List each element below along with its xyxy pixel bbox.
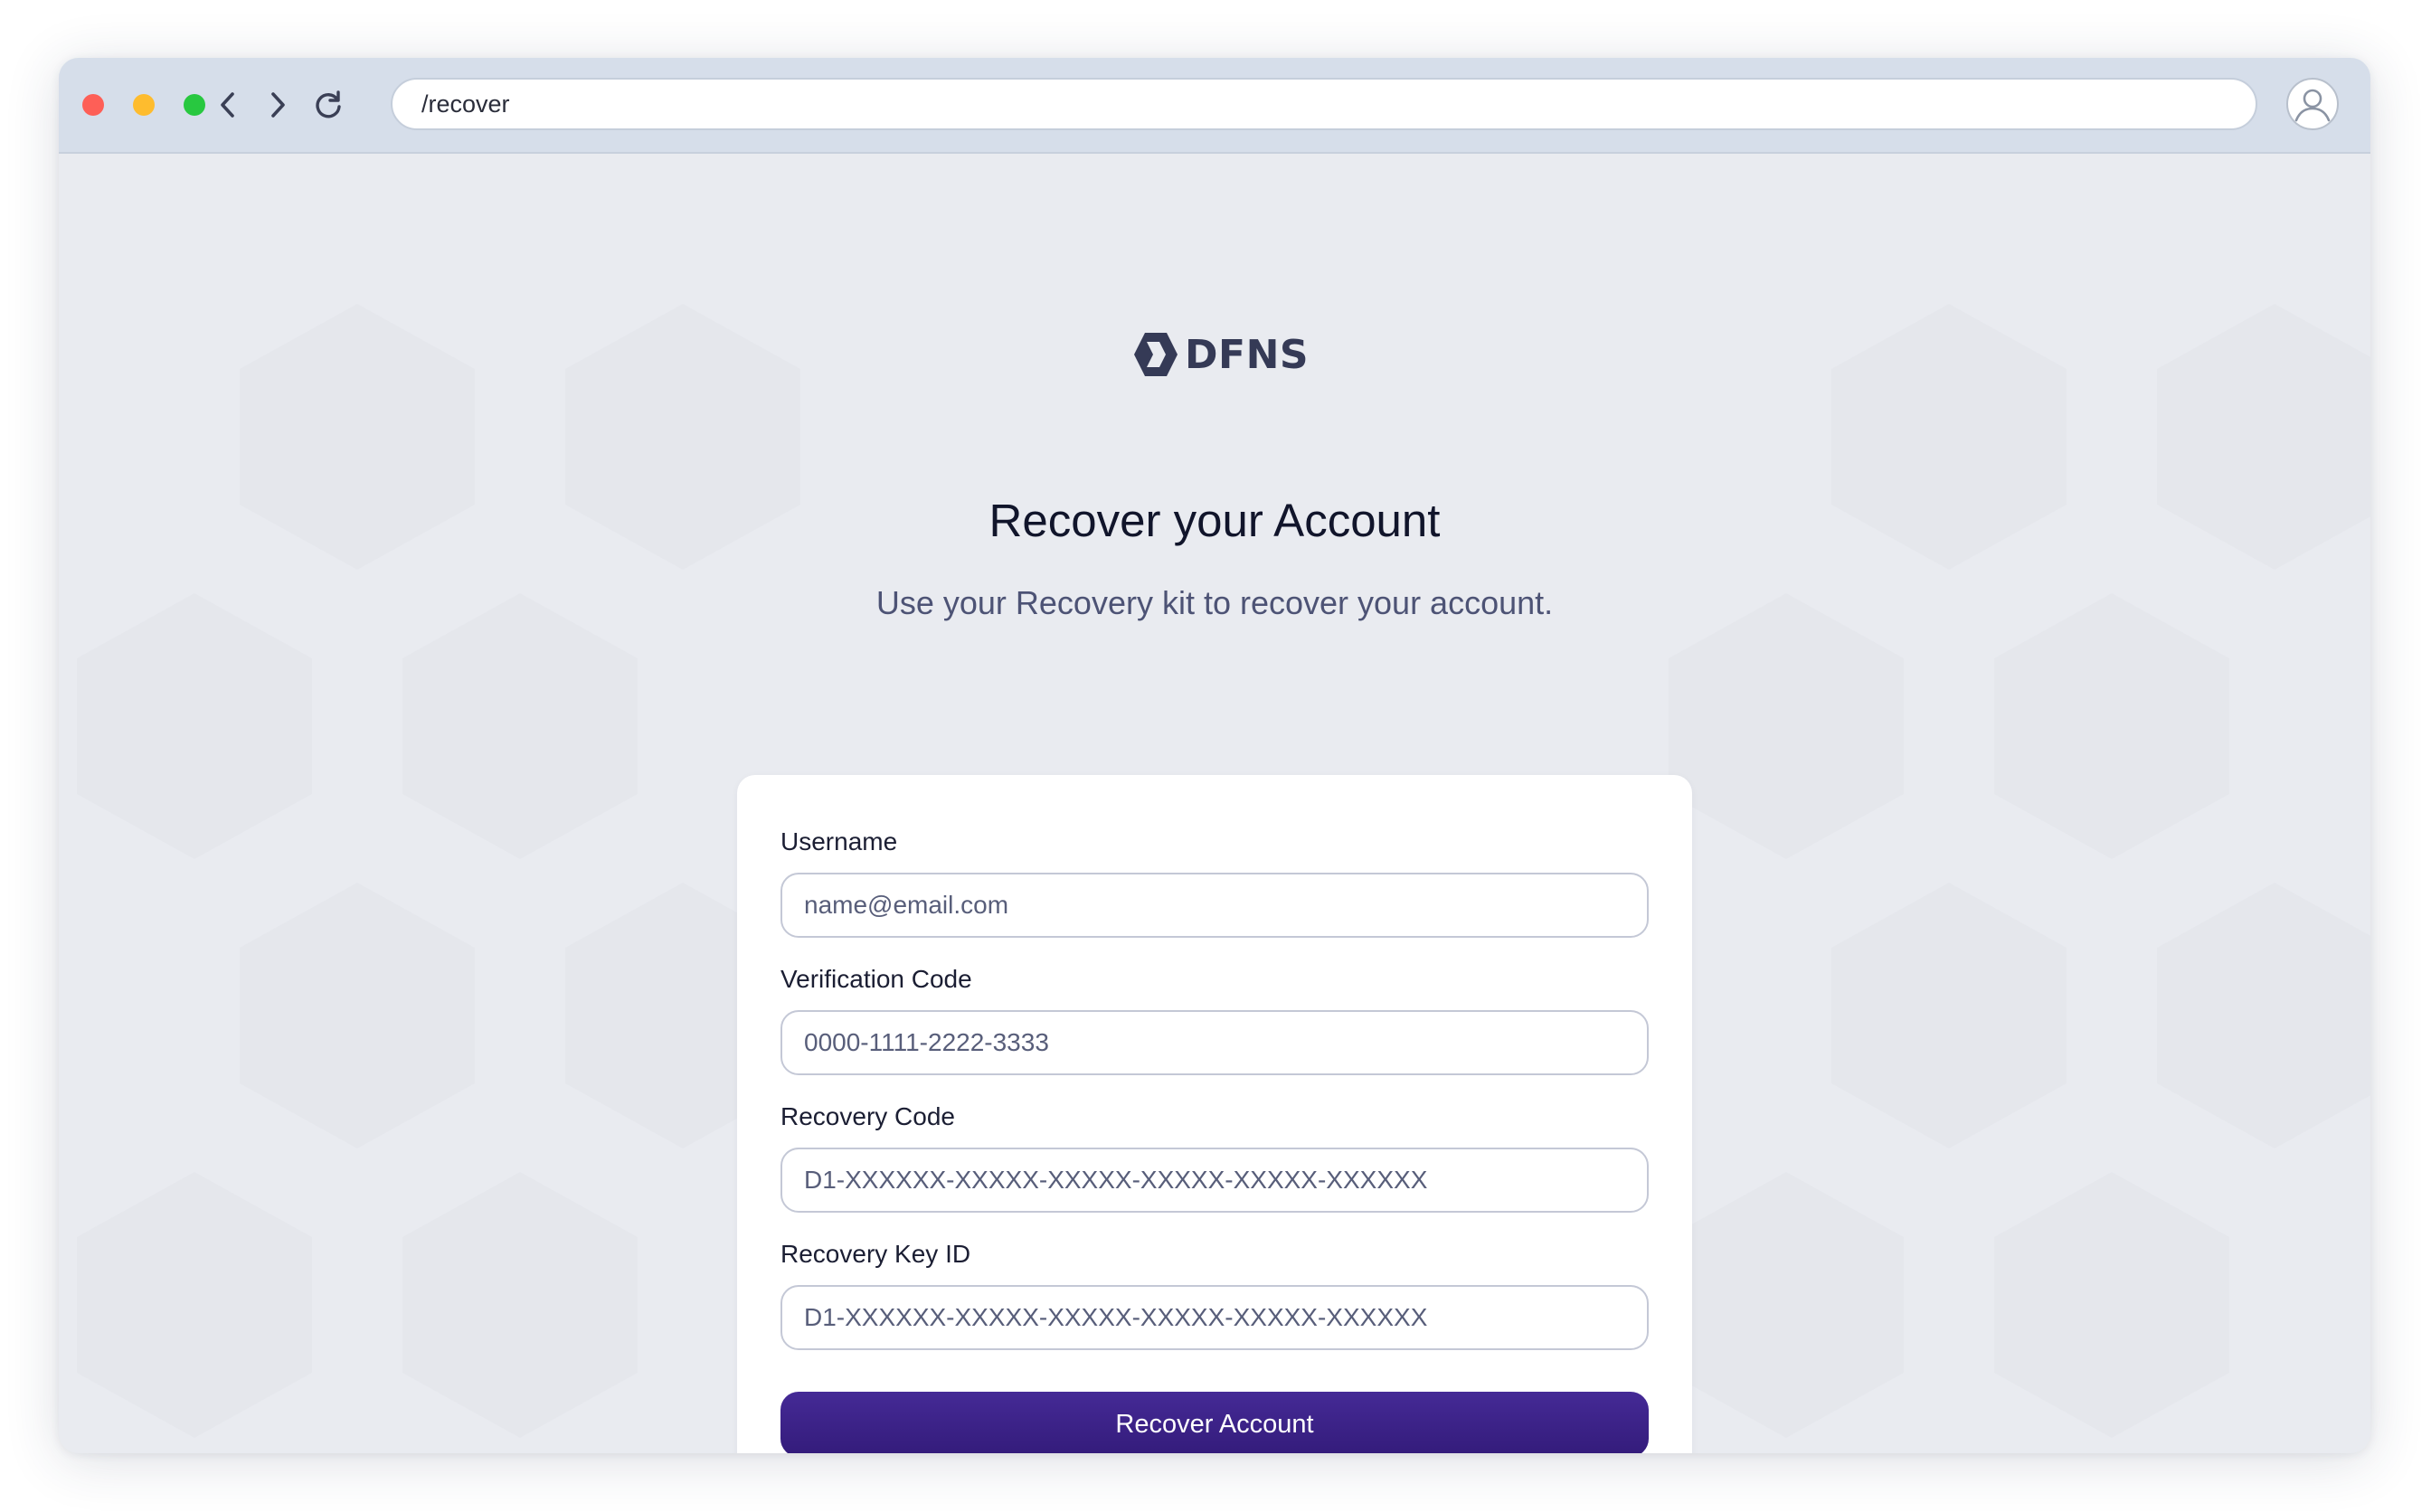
- recovery-key-id-label: Recovery Key ID: [780, 1240, 971, 1268]
- maximize-window-button[interactable]: [184, 94, 205, 116]
- recover-account-button[interactable]: Recover Account: [780, 1392, 1649, 1453]
- dfns-logo: DFNS: [1132, 329, 1309, 380]
- logo-wordmark: DFNS: [1185, 331, 1310, 378]
- page-subtitle: Use your Recovery kit to recover your ac…: [875, 584, 1554, 621]
- verification-code-label: Verification Code: [780, 965, 972, 993]
- reload-button[interactable]: [308, 85, 348, 125]
- username-label: Username: [780, 827, 898, 855]
- chevron-left-icon: [221, 92, 234, 118]
- page-title: Recover your Account: [988, 495, 1441, 546]
- close-window-button[interactable]: [82, 94, 104, 116]
- recovery-code-input[interactable]: [780, 1148, 1649, 1213]
- dfns-logo-icon: [1134, 333, 1178, 376]
- chevron-right-icon: [271, 92, 285, 118]
- page-content: DFNS Recover your Account Use your Recov…: [59, 152, 2370, 1453]
- recover-account-form: Username Verification Code Recovery Code…: [737, 775, 1692, 1453]
- forward-button[interactable]: [258, 85, 298, 125]
- verification-code-input[interactable]: [780, 1010, 1649, 1075]
- address-bar[interactable]: /recover: [391, 78, 2257, 130]
- user-icon: [2294, 89, 2331, 122]
- reload-icon: [316, 90, 341, 118]
- browser-window: /recover DFNS Recover your Account Use y…: [59, 58, 2370, 1453]
- username-input[interactable]: [780, 873, 1649, 938]
- minimize-window-button[interactable]: [133, 94, 155, 116]
- address-bar-url: /recover: [421, 90, 510, 118]
- browser-toolbar: /recover: [59, 58, 2370, 154]
- back-button[interactable]: [208, 85, 248, 125]
- recovery-code-label: Recovery Code: [780, 1102, 955, 1130]
- profile-avatar[interactable]: [2286, 78, 2339, 130]
- recovery-key-id-input[interactable]: [780, 1285, 1649, 1350]
